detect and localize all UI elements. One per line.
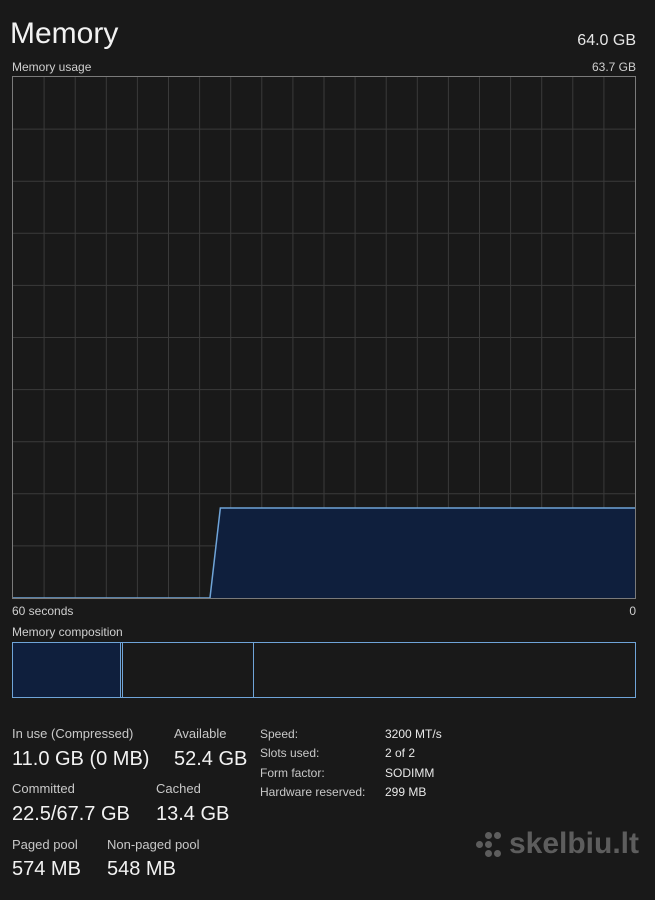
composition-modified-divider (122, 643, 124, 697)
memory-usage-max: 63.7 GB (591, 60, 636, 74)
committed-value: 22.5/67.7 GB (12, 803, 130, 825)
non-paged-pool-value: 548 MB (107, 858, 176, 880)
non-paged-pool-label: Non-paged pool (107, 837, 200, 852)
watermark: skelbiu.lt (475, 827, 639, 861)
memory-performance-panel: Memory 64.0 GB Memory usage 63.7 GB 60 s… (0, 0, 655, 900)
memory-usage-graph (12, 76, 636, 599)
cached-value: 13.4 GB (156, 803, 230, 825)
committed-label: Committed (12, 781, 75, 796)
form-factor-value: SODIMM (385, 766, 435, 780)
slots-used-label: Slots used: (260, 746, 320, 760)
memory-usage-chart (13, 77, 635, 598)
in-use-label: In use (Compressed) (12, 726, 134, 741)
slots-used-value: 2 of 2 (385, 746, 416, 760)
speed-value: 3200 MT/s (385, 727, 442, 741)
dots-logo-icon (475, 831, 501, 857)
hardware-reserved-value: 299 MB (385, 785, 427, 799)
in-use-value: 11.0 GB (0 MB) (12, 748, 150, 770)
hardware-reserved-label: Hardware reserved: (260, 785, 366, 799)
watermark-text: skelbiu.lt (508, 827, 639, 860)
page-title: Memory (10, 17, 119, 50)
time-axis-end: 0 (629, 604, 636, 618)
total-memory: 64.0 GB (577, 32, 636, 49)
paged-pool-value: 574 MB (12, 858, 81, 880)
available-label: Available (174, 726, 227, 741)
memory-usage-label: Memory usage (12, 60, 92, 74)
paged-pool-label: Paged pool (12, 837, 78, 852)
memory-composition-bar (12, 642, 636, 698)
time-axis-start: 60 seconds (12, 604, 74, 618)
composition-in-use-segment (13, 643, 122, 697)
available-value: 52.4 GB (174, 748, 248, 770)
speed-label: Speed: (260, 727, 299, 741)
composition-standby-divider (253, 643, 255, 697)
memory-composition-label: Memory composition (12, 625, 123, 639)
cached-label: Cached (156, 781, 201, 796)
form-factor-label: Form factor: (260, 766, 325, 780)
